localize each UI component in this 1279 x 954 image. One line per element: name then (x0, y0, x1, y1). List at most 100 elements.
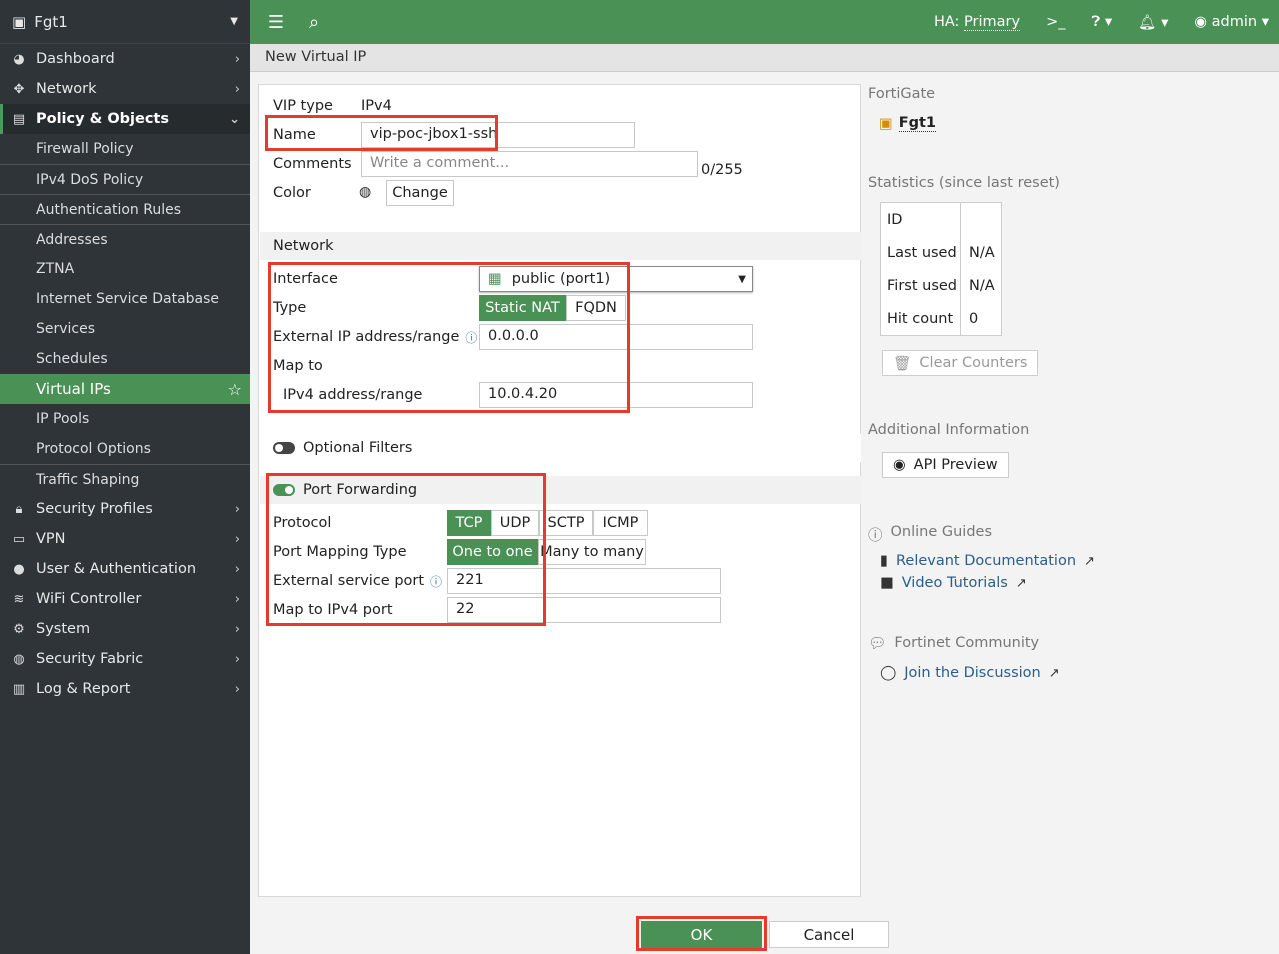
optional-filters-toggle[interactable] (273, 442, 295, 454)
mapping-one-to-one-button[interactable]: One to one (447, 539, 538, 565)
sidebar-item-label: User & Authentication (36, 561, 197, 577)
sidebar-item-label: Security Profiles (36, 501, 153, 517)
fortigate-device-name[interactable]: Fgt1 (898, 115, 937, 132)
ok-button[interactable]: OK (641, 921, 762, 948)
port-icon: ▦ (488, 271, 502, 287)
port-forwarding-toggle[interactable] (273, 484, 295, 496)
ha-status[interactable]: HA: Primary (933, 14, 1021, 31)
join-discussion-link[interactable]: ◯ Join the Discussion ↗ (880, 665, 1060, 681)
sidebar-item-wifi-controller[interactable]: ≋ WiFi Controller › (0, 584, 250, 614)
ha-label: HA: (933, 14, 960, 30)
online-guides-title: Online Guides (890, 524, 993, 540)
sidebar-item-dashboard[interactable]: ◕ Dashboard › (0, 44, 250, 74)
sidebar-item-vpn[interactable]: ▭ VPN › (0, 524, 250, 554)
cancel-button[interactable]: Cancel (769, 921, 889, 948)
clear-counters-button[interactable]: 🗑︎ Clear Counters (882, 350, 1039, 376)
star-icon[interactable]: ☆ (228, 380, 242, 399)
chevron-right-icon: › (234, 561, 240, 577)
relevant-documentation-link[interactable]: ▮ Relevant Documentation ↗ (880, 553, 1095, 569)
sidebar-item-label: Dashboard (36, 51, 115, 67)
change-color-button[interactable]: Change (386, 180, 454, 206)
sidebar-item-log-report[interactable]: ▥ Log & Report › (0, 674, 250, 704)
protocol-sctp-button[interactable]: SCTP (539, 510, 593, 536)
sidebar-sub-authentication-rules[interactable]: Authentication Rules (0, 194, 250, 224)
optional-filters-label: Optional Filters (303, 440, 413, 456)
sidebar-item-label: Log & Report (36, 681, 131, 697)
sidebar-sub-ip-pools[interactable]: IP Pools (0, 404, 250, 434)
bell-icon[interactable]: 🔔︎ ▾ (1138, 14, 1168, 31)
chevron-right-icon: › (234, 591, 240, 607)
policy-icon: ▤ (12, 111, 26, 127)
optional-filters-row[interactable]: Optional Filters (260, 434, 861, 462)
cli-console-icon[interactable]: >_ (1046, 14, 1065, 30)
sidebar-item-system[interactable]: ⚙ System › (0, 614, 250, 644)
ipv4-range-input[interactable]: 10.0.4.20 (479, 382, 753, 408)
sidebar-sub-virtual-ips[interactable]: Virtual IPs ☆ (0, 374, 250, 404)
comments-counter: 0/255 (701, 162, 743, 178)
stat-key: ID (881, 203, 961, 236)
search-icon[interactable]: ⌕ (302, 12, 326, 33)
relevant-documentation-label: Relevant Documentation (895, 553, 1077, 569)
protocol-udp-button[interactable]: UDP (491, 510, 539, 536)
sidebar-item-security-fabric[interactable]: ◍ Security Fabric › (0, 644, 250, 674)
chevron-right-icon: › (234, 501, 240, 517)
sidebar-sub-addresses[interactable]: Addresses (0, 224, 250, 254)
type-static-nat-button[interactable]: Static NAT (479, 295, 566, 321)
sidebar-sub-schedules[interactable]: Schedules (0, 344, 250, 374)
info-icon[interactable]: ⓘ (430, 573, 442, 590)
user-icon: ● (13, 561, 25, 577)
help-icon[interactable]: ❓︎ ▾ (1092, 14, 1113, 30)
sidebar-item-network[interactable]: ✥ Network › (0, 74, 250, 104)
protocol-tcp-button[interactable]: TCP (447, 510, 491, 536)
sidebar-item-user-authentication[interactable]: ● User & Authentication › (0, 554, 250, 584)
api-preview-button[interactable]: ◉ API Preview (882, 452, 1009, 478)
sidebar-item-label: VPN (36, 531, 66, 547)
dashboard-icon: ◕ (13, 51, 25, 67)
sidebar-item-label: Network (36, 81, 97, 97)
eye-icon: ◉ (893, 457, 906, 473)
comments-icon: 💬︎ (868, 636, 887, 652)
api-preview-label: API Preview (913, 457, 998, 473)
hamburger-menu-icon[interactable]: ☰ (264, 12, 288, 33)
community-header: 💬︎ Fortinet Community (868, 635, 1039, 652)
interface-value: public (port1) (511, 271, 611, 287)
port-mapping-type-label: Port Mapping Type (273, 544, 407, 560)
mapping-many-to-many-button[interactable]: Many to many (538, 539, 646, 565)
chevron-right-icon: › (234, 81, 240, 97)
type-label: Type (273, 300, 307, 316)
speech-bubble-icon: ◯ (880, 665, 897, 681)
port-forwarding-row[interactable]: Port Forwarding (260, 476, 861, 504)
online-guides-header: ⓘ Online Guides (868, 524, 992, 545)
video-icon: ■ (880, 575, 894, 591)
stat-row: Last used N/A (881, 236, 1001, 269)
palette-icon: ◍ (359, 184, 372, 200)
caret-down-icon: ▼ (230, 16, 238, 27)
interface-label: Interface (273, 271, 338, 287)
sidebar-sub-ipv4-dos-policy[interactable]: IPv4 DoS Policy (0, 164, 250, 194)
name-input[interactable]: vip-poc-jbox1-ssh (361, 122, 635, 148)
ipv4-range-label: IPv4 address/range (283, 387, 423, 403)
fortigate-title: FortiGate (868, 86, 936, 102)
interface-select[interactable]: ▦ public (port1) ▼ (479, 266, 753, 292)
sidebar-sub-ztna[interactable]: ZTNA (0, 254, 250, 284)
map-to-ipv4-port-input[interactable]: 22 (447, 597, 721, 623)
protocol-label: Protocol (273, 515, 332, 531)
info-icon[interactable]: ⓘ (465, 329, 477, 346)
sidebar-sub-services[interactable]: Services (0, 314, 250, 344)
type-fqdn-button[interactable]: FQDN (566, 295, 626, 321)
protocol-icmp-button[interactable]: ICMP (593, 510, 648, 536)
device-selector[interactable]: ▣ Fgt1 ▼ (0, 0, 250, 44)
video-tutorials-link[interactable]: ■ Video Tutorials ↗ (880, 575, 1027, 591)
comments-textarea[interactable]: Write a comment... (361, 151, 698, 177)
wifi-icon: ≋ (13, 591, 25, 607)
sidebar-sub-traffic-shaping[interactable]: Traffic Shaping (0, 464, 250, 494)
sidebar-sub-protocol-options[interactable]: Protocol Options (0, 434, 250, 464)
sidebar-sub-firewall-policy[interactable]: Firewall Policy (0, 134, 250, 164)
external-ip-input[interactable]: 0.0.0.0 (479, 324, 753, 350)
sidebar-item-policy-objects[interactable]: ▤ Policy & Objects ⌄ (0, 104, 250, 134)
user-menu[interactable]: ◉ admin ▾ (1194, 14, 1269, 30)
external-service-port-input[interactable]: 221 (447, 568, 721, 594)
sidebar-item-label: Security Fabric (36, 651, 144, 667)
sidebar-sub-internet-service-database[interactable]: Internet Service Database (0, 284, 250, 314)
sidebar-item-security-profiles[interactable]: 🔒︎ Security Profiles › (0, 494, 250, 524)
